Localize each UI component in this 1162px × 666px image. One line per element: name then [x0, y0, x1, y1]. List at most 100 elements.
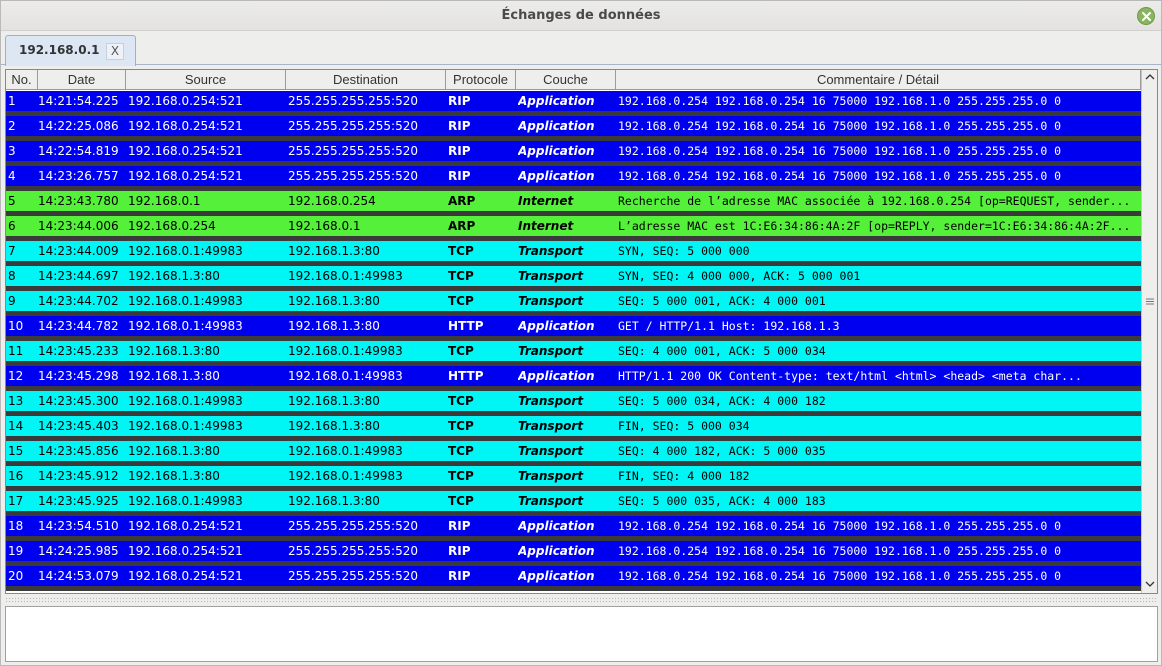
row-comment: SEQ: 5 000 035, ACK: 4 000 183 [618, 494, 826, 508]
row-protocol: HTTP [448, 369, 484, 383]
row-source: 192.168.1.3:80 [128, 469, 220, 483]
row-source: 192.168.1.3:80 [128, 344, 220, 358]
row-source: 192.168.1.3:80 [128, 444, 220, 458]
row-destination: 255.255.255.255:520 [288, 519, 419, 533]
table-row[interactable]: 5 14:23:43.780 192.168.0.1 192.168.0.254 ARP… [6, 191, 1141, 211]
row-date: 14:23:44.697 [38, 269, 119, 283]
table-row[interactable]: 3 14:22:54.819 192.168.0.254:521 255.255.25… [6, 141, 1141, 161]
row-date: 14:24:25.985 [38, 544, 119, 558]
row-protocol: RIP [448, 569, 471, 583]
column-header-source[interactable]: Source [126, 70, 286, 90]
row-source: 192.168.0.254 [128, 219, 216, 233]
row-comment: L’adresse MAC est 1C:E6:34:86:4A:2F [op=… [618, 219, 1131, 233]
scroll-down-icon[interactable] [1145, 581, 1155, 587]
table-row[interactable]: 15 14:23:45.856 192.168.1.3:80 192.168.0.1:… [6, 441, 1141, 461]
row-date: 14:23:45.925 [38, 494, 119, 508]
table-row[interactable]: 9 14:23:44.702 192.168.0.1:49983 192.168.1.… [6, 291, 1141, 311]
table-row[interactable]: 11 14:23:45.233 192.168.1.3:80 192.168.0.1:… [6, 341, 1141, 361]
row-number: 10 [8, 319, 24, 333]
row-layer: Application [518, 569, 595, 583]
row-destination: 192.168.1.3:80 [288, 419, 380, 433]
row-layer: Application [518, 369, 595, 383]
row-comment: SYN, SEQ: 5 000 000 [618, 244, 750, 258]
row-destination: 255.255.255.255:520 [288, 94, 419, 108]
row-date: 14:22:25.086 [38, 119, 119, 133]
row-source: 192.168.1.3:80 [128, 269, 220, 283]
window-close-button[interactable] [1137, 7, 1155, 25]
row-protocol: TCP [448, 444, 474, 458]
row-number: 6 [8, 219, 16, 233]
tab-bar: 192.168.0.1 X [1, 32, 1161, 66]
table-row[interactable]: 14 14:23:45.403 192.168.0.1:49983 192.168.1… [6, 416, 1141, 436]
row-comment: GET / HTTP/1.1 Host: 192.168.1.3 [618, 319, 840, 333]
table-row[interactable]: 18 14:23:54.510 192.168.0.254:521 255.255.2… [6, 516, 1141, 536]
row-layer: Transport [518, 419, 584, 433]
row-comment: FIN, SEQ: 5 000 034 [618, 419, 750, 433]
table-row[interactable]: 2 14:22:25.086 192.168.0.254:521 255.255.25… [6, 116, 1141, 136]
row-protocol: RIP [448, 519, 471, 533]
row-number: 4 [8, 169, 16, 183]
row-destination: 255.255.255.255:520 [288, 119, 419, 133]
row-source: 192.168.0.254:521 [128, 519, 243, 533]
row-number: 5 [8, 194, 16, 208]
row-date: 14:23:44.782 [38, 319, 119, 333]
table-row[interactable]: 12 14:23:45.298 192.168.1.3:80 192.168.0.1:… [6, 366, 1141, 386]
column-header-comment[interactable]: Commentaire / Détail [616, 70, 1141, 90]
scroll-up-icon[interactable] [1145, 74, 1155, 80]
table-row[interactable]: 7 14:23:44.009 192.168.0.1:49983 192.168.1.… [6, 241, 1141, 261]
row-number: 19 [8, 544, 24, 558]
tab-label: 192.168.0.1 [19, 43, 100, 57]
row-protocol: RIP [448, 94, 471, 108]
row-date: 14:23:43.780 [38, 194, 119, 208]
tab-close-button[interactable]: X [106, 43, 124, 60]
table-body: 1 14:21:54.225 192.168.0.254:521 255.255.25… [6, 90, 1141, 593]
column-header-no[interactable]: No. [6, 70, 38, 90]
table-row[interactable]: 6 14:23:44.006 192.168.0.254 192.168.0.1 ARP… [6, 216, 1141, 236]
scroll-grip-icon[interactable] [1146, 297, 1154, 306]
table-row[interactable]: 4 14:23:26.757 192.168.0.254:521 255.255.25… [6, 166, 1141, 186]
row-source: 192.168.0.254:521 [128, 119, 243, 133]
row-layer: Application [518, 519, 595, 533]
row-layer: Application [518, 544, 595, 558]
vertical-scrollbar[interactable] [1141, 70, 1157, 593]
row-comment: 192.168.0.254 192.168.0.254 16 75000 192… [618, 569, 1062, 583]
close-icon [1142, 12, 1151, 21]
row-comment: SEQ: 5 000 001, ACK: 4 000 001 [618, 294, 826, 308]
table-row[interactable]: 19 14:24:25.985 192.168.0.254:521 255.255.2… [6, 541, 1141, 561]
row-layer: Transport [518, 294, 584, 308]
table-row[interactable]: 17 14:23:45.925 192.168.0.1:49983 192.168.1… [6, 491, 1141, 511]
table-row[interactable]: 10 14:23:44.782 192.168.0.1:49983 192.168.1… [6, 316, 1141, 336]
row-date: 14:24:53.079 [38, 569, 119, 583]
window-title: Échanges de données [501, 8, 661, 23]
table-row[interactable]: 16 14:23:45.912 192.168.1.3:80 192.168.0.1:… [6, 466, 1141, 486]
column-header-date[interactable]: Date [38, 70, 126, 90]
column-header-destination[interactable]: Destination [286, 70, 446, 90]
row-number: 18 [8, 519, 24, 533]
row-destination: 192.168.1.3:80 [288, 294, 380, 308]
row-destination: 192.168.1.3:80 [288, 394, 380, 408]
row-number: 2 [8, 119, 16, 133]
row-protocol: TCP [448, 269, 474, 283]
table-row[interactable]: 1 14:21:54.225 192.168.0.254:521 255.255.25… [6, 91, 1141, 111]
pane-splitter[interactable] [5, 597, 1158, 603]
row-date: 14:23:45.233 [38, 344, 119, 358]
row-protocol: HTTP [448, 319, 484, 333]
row-date: 14:23:54.510 [38, 519, 119, 533]
table-row[interactable]: 8 14:23:44.697 192.168.1.3:80 192.168.0.1:4… [6, 266, 1141, 286]
row-comment: SYN, SEQ: 4 000 000, ACK: 5 000 001 [618, 269, 861, 283]
row-date: 14:22:54.819 [38, 144, 119, 158]
row-date: 14:23:45.912 [38, 469, 119, 483]
row-protocol: ARP [448, 194, 476, 208]
row-protocol: TCP [448, 494, 474, 508]
tab-host[interactable]: 192.168.0.1 X [5, 35, 136, 66]
row-date: 14:21:54.225 [38, 94, 119, 108]
row-comment: SEQ: 4 000 182, ACK: 5 000 035 [618, 444, 826, 458]
column-header-layer[interactable]: Couche [516, 70, 616, 90]
row-date: 14:23:45.856 [38, 444, 119, 458]
table-row[interactable]: 20 14:24:53.079 192.168.0.254:521 255.255.2… [6, 566, 1141, 586]
table-row[interactable]: 13 14:23:45.300 192.168.0.1:49983 192.168.1… [6, 391, 1141, 411]
row-comment: FIN, SEQ: 4 000 182 [618, 469, 750, 483]
row-number: 13 [8, 394, 24, 408]
column-header-protocol[interactable]: Protocole [446, 70, 516, 90]
row-layer: Application [518, 169, 595, 183]
